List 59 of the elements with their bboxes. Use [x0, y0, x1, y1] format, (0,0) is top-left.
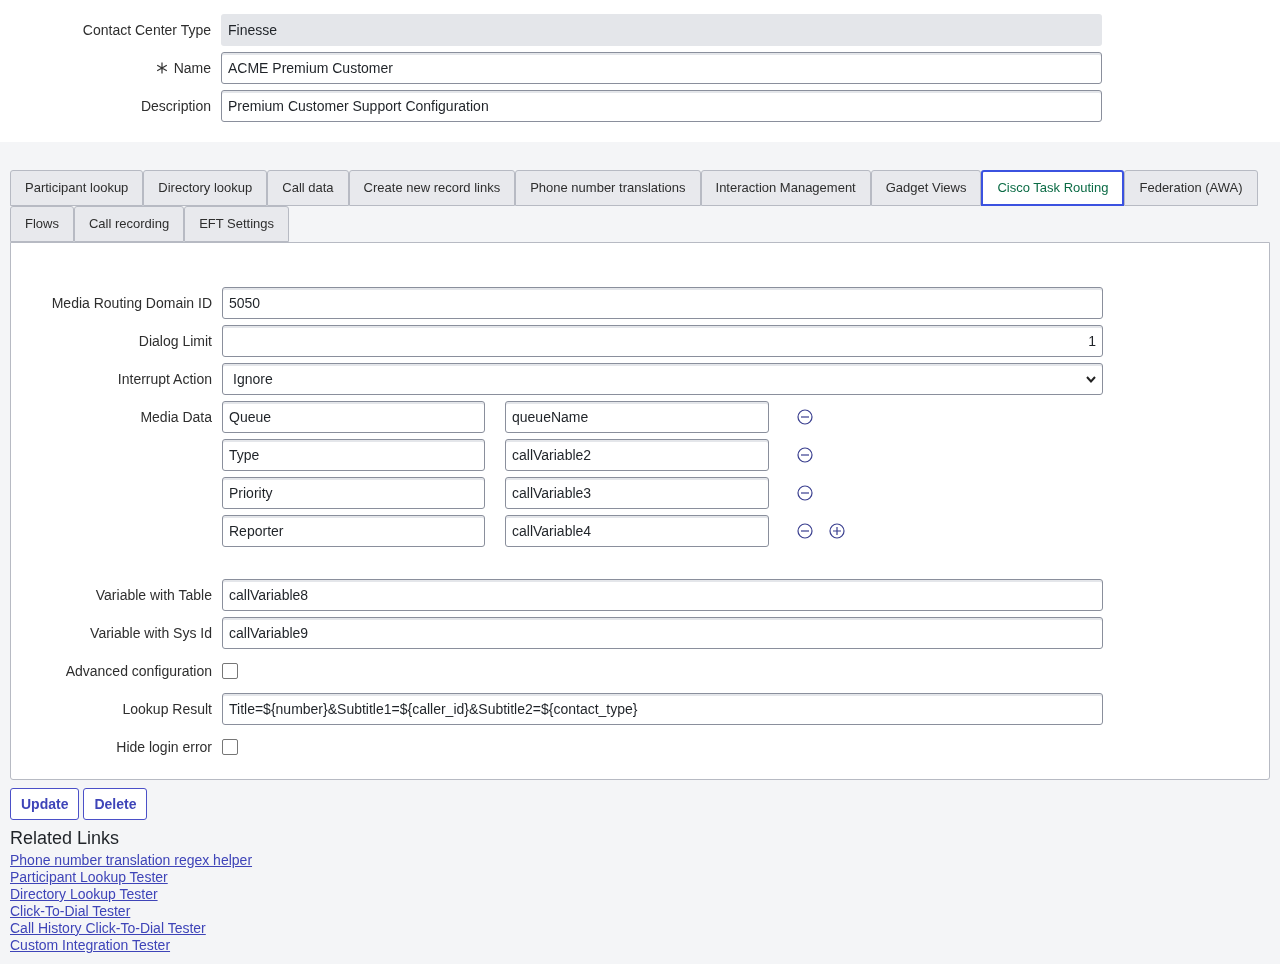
- tab[interactable]: Flows: [10, 206, 74, 242]
- tab[interactable]: EFT Settings: [184, 206, 290, 242]
- input-field[interactable]: ACME Premium Customer: [221, 52, 1102, 84]
- field-label: Variable with Table: [95, 585, 212, 605]
- field-label: Lookup Result: [122, 699, 212, 719]
- input-field[interactable]: 5050: [222, 287, 1103, 319]
- input-field[interactable]: Title=${number}&Subtitle1=${caller_id}&Subtitle2=${contact_type}: [222, 693, 1103, 725]
- tab[interactable]: Create new record links: [348, 170, 516, 206]
- chevron-down-icon: [1086, 375, 1096, 383]
- input-field[interactable]: Priority: [222, 477, 485, 509]
- field-label: Contact Center Type: [82, 20, 211, 40]
- tab[interactable]: Gadget Views: [870, 170, 982, 206]
- input-field[interactable]: Type: [222, 439, 485, 471]
- tab[interactable]: Cisco Task Routing: [981, 170, 1125, 206]
- tab[interactable]: Interaction Management: [700, 170, 871, 206]
- checkbox[interactable]: [222, 739, 238, 755]
- input-field[interactable]: callVariable8: [222, 579, 1103, 611]
- remove-icon[interactable]: [797, 409, 813, 425]
- tab[interactable]: Call recording: [73, 206, 185, 242]
- add-icon[interactable]: [829, 523, 845, 539]
- tab[interactable]: Directory lookup: [143, 170, 268, 206]
- related-link[interactable]: Directory Lookup Tester: [10, 886, 158, 903]
- checkbox[interactable]: [222, 663, 238, 679]
- related-link[interactable]: Custom Integration Tester: [10, 937, 171, 954]
- tab[interactable]: Participant lookup: [10, 170, 144, 206]
- field-label: Variable with Sys Id: [90, 623, 212, 643]
- readonly-field: Finesse: [221, 14, 1102, 46]
- field-label: Advanced configuration: [65, 661, 212, 681]
- select-field[interactable]: Ignore: [222, 363, 1103, 395]
- tab[interactable]: Federation (AWA): [1124, 170, 1258, 206]
- remove-icon[interactable]: [797, 485, 813, 501]
- input-field[interactable]: Premium Customer Support Configuration: [221, 90, 1102, 122]
- input-field[interactable]: Reporter: [222, 515, 485, 547]
- field-label: Name: [173, 58, 211, 78]
- input-field[interactable]: callVariable9: [222, 617, 1103, 649]
- input-field[interactable]: callVariable3: [505, 477, 769, 509]
- tab[interactable]: Call data: [267, 170, 349, 206]
- input-field[interactable]: Queue: [222, 401, 485, 433]
- related-link[interactable]: Phone number translation regex helper: [10, 852, 253, 869]
- remove-icon[interactable]: [797, 447, 813, 463]
- input-field[interactable]: callVariable2: [505, 439, 769, 471]
- input-field[interactable]: callVariable4: [505, 515, 769, 547]
- field-label: Hide login error: [116, 737, 212, 757]
- field-label: Dialog Limit: [138, 331, 212, 351]
- section-title: Related Links: [10, 827, 121, 850]
- field-label: Interrupt Action: [117, 369, 212, 389]
- related-link[interactable]: Click-To-Dial Tester: [10, 903, 131, 920]
- action-button[interactable]: Update: [10, 788, 80, 820]
- remove-icon[interactable]: [797, 523, 813, 539]
- input-field[interactable]: queueName: [505, 401, 769, 433]
- field-label: Description: [140, 96, 211, 116]
- number-field[interactable]: 1: [222, 325, 1103, 357]
- action-button[interactable]: Delete: [83, 788, 148, 820]
- tab[interactable]: Phone number translations: [515, 170, 701, 206]
- related-link[interactable]: Call History Click-To-Dial Tester: [10, 920, 206, 937]
- related-link[interactable]: Participant Lookup Tester: [10, 869, 168, 886]
- required-icon: [155, 62, 168, 74]
- field-label: Media Data: [140, 407, 212, 427]
- field-label: Media Routing Domain ID: [51, 293, 212, 313]
